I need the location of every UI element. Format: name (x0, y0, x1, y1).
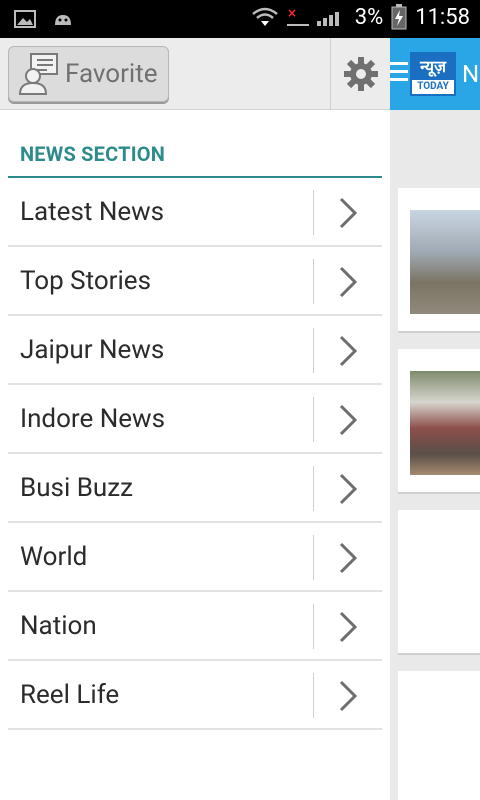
app-title: N (462, 60, 480, 88)
favorite-label: Favorite (65, 59, 158, 89)
navigation-drawer: Favorite NEWS SECTION Latest News Top St… (0, 38, 390, 800)
news-thumbnail (410, 210, 480, 314)
menu-item-top-stories[interactable]: Top Stories (8, 247, 382, 316)
news-section-menu: Latest News Top Stories Jaipur News Indo… (8, 178, 382, 730)
news-thumbnail (410, 371, 480, 475)
chevron-right-icon (339, 404, 358, 436)
menu-item-label: World (20, 542, 88, 572)
gallery-icon (14, 10, 36, 28)
chevron-right-icon (339, 335, 358, 367)
background-app: न्यूज़ TODAY N (390, 38, 480, 800)
section-title: NEWS SECTION (20, 142, 166, 166)
news-card[interactable] (398, 349, 480, 494)
news-card[interactable] (398, 188, 480, 333)
gear-icon (343, 57, 378, 91)
item-divider (313, 535, 314, 580)
menu-item-reel-life[interactable]: Reel Life (8, 661, 382, 730)
menu-item-indore-news[interactable]: Indore News (8, 385, 382, 454)
news-card[interactable] (398, 671, 480, 800)
item-divider (313, 259, 314, 304)
item-divider (313, 673, 314, 718)
favorite-button[interactable]: Favorite (8, 46, 169, 102)
news-card[interactable] (398, 510, 480, 655)
battery-percent: 3% (354, 4, 384, 30)
menu-icon[interactable] (390, 62, 408, 82)
menu-item-nation[interactable]: Nation (8, 592, 382, 661)
menu-item-label: Reel Life (20, 680, 120, 710)
signal-icon: × (286, 6, 339, 26)
item-divider (313, 604, 314, 649)
favorite-user-icon (18, 53, 58, 95)
item-divider (313, 328, 314, 373)
settings-button[interactable] (330, 38, 390, 110)
chevron-right-icon (339, 266, 358, 298)
menu-item-latest-news[interactable]: Latest News (8, 178, 382, 247)
status-bar: × 3% 11:58 (0, 0, 480, 38)
menu-item-label: Nation (20, 611, 97, 641)
menu-item-label: Busi Buzz (20, 473, 134, 503)
logo-text-bottom: TODAY (412, 80, 454, 94)
item-divider (313, 190, 314, 235)
chevron-right-icon (339, 473, 358, 505)
app-logo: न्यूज़ TODAY (410, 52, 456, 96)
chevron-right-icon (339, 197, 358, 229)
logo-text-top: न्यूज़ (412, 54, 454, 80)
menu-item-label: Latest News (20, 197, 165, 227)
drawer-header: Favorite (0, 38, 390, 110)
menu-item-label: Jaipur News (20, 335, 165, 365)
clock: 11:58 (415, 4, 470, 30)
chevron-right-icon (339, 542, 358, 574)
app-header: न्यूज़ TODAY N (390, 38, 480, 110)
menu-item-label: Top Stories (20, 266, 151, 296)
svg-text:×: × (287, 6, 297, 20)
chevron-right-icon (339, 611, 358, 643)
menu-item-busi-buzz[interactable]: Busi Buzz (8, 454, 382, 523)
menu-item-jaipur-news[interactable]: Jaipur News (8, 316, 382, 385)
chevron-right-icon (339, 680, 358, 712)
wifi-icon (251, 7, 278, 26)
battery-charging-icon (391, 4, 407, 30)
item-divider (313, 466, 314, 511)
android-icon (55, 15, 71, 25)
menu-item-label: Indore News (20, 404, 166, 434)
menu-item-world[interactable]: World (8, 523, 382, 592)
item-divider (313, 397, 314, 442)
